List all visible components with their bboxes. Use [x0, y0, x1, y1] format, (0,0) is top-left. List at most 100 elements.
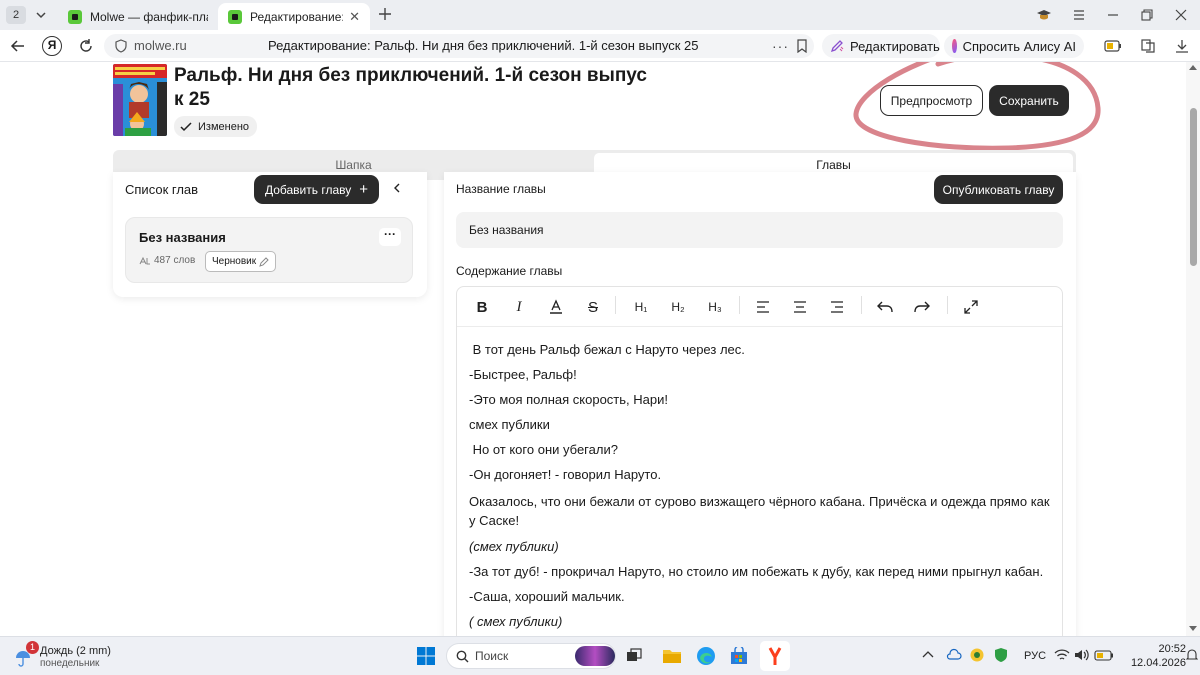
chapter-list-title: Список глав: [125, 182, 199, 197]
fanfic-title: Ральф. Ни дня без приключений. 1-й сезон…: [174, 64, 654, 112]
notification-badge: 1: [26, 641, 39, 654]
close-tab-icon[interactable]: ✕: [349, 9, 360, 25]
paragraph: -Он догоняет! - говорил Наруто.: [469, 467, 662, 482]
tab-molwe[interactable]: Molwe — фанфик-платфо: [58, 3, 218, 30]
strikethrough-icon[interactable]: S: [579, 289, 607, 325]
edge-browser-icon[interactable]: [696, 646, 716, 666]
windows-start-icon[interactable]: [417, 647, 435, 665]
taskbar-search[interactable]: Поиск: [446, 643, 616, 669]
clock-time[interactable]: 20:52: [1136, 643, 1186, 655]
reload-icon[interactable]: [78, 38, 94, 54]
tab-count-badge[interactable]: 2: [6, 6, 26, 24]
weather-day: понедельник: [40, 658, 100, 669]
chapter-card[interactable]: Без названия ··· 487 слов Черновик: [125, 217, 413, 283]
fanfic-cover-image: [113, 64, 167, 136]
tab-label: Molwe — фанфик-платфо: [90, 9, 208, 24]
edit-page-button[interactable]: Редактировать: [822, 34, 940, 58]
redo-icon[interactable]: [908, 289, 936, 325]
tray-overflow-icon[interactable]: [922, 650, 934, 658]
word-count: 487 слов: [139, 255, 195, 266]
undo-icon[interactable]: [871, 289, 899, 325]
clock-date[interactable]: 12.04.2026: [1118, 657, 1186, 669]
notifications-icon[interactable]: [1186, 648, 1198, 662]
chapter-menu-icon[interactable]: ···: [379, 228, 401, 246]
collections-icon[interactable]: [1140, 38, 1156, 54]
text-color-icon[interactable]: [542, 289, 570, 325]
alice-icon: [952, 39, 957, 53]
battery-saver-icon[interactable]: [1104, 40, 1122, 52]
weather-text: Дождь (2 mm): [40, 645, 111, 657]
tab-editing[interactable]: Редактирование: Ральф ✕: [218, 3, 370, 30]
yandex-logo-icon[interactable]: Я: [42, 36, 62, 56]
taskbar: 1 Дождь (2 mm) понедельник Поиск РУС 20:…: [0, 636, 1200, 675]
draft-badge[interactable]: Черновик: [205, 251, 277, 272]
search-icon: [456, 650, 469, 663]
graduation-cap-icon[interactable]: [1036, 7, 1052, 23]
weather-widget[interactable]: 1 Дождь (2 mm) понедельник: [14, 641, 124, 673]
paragraph: -Саша, хороший мальчик.: [469, 589, 625, 604]
publish-chapter-button[interactable]: Опубликовать главу: [934, 175, 1063, 204]
more-icon[interactable]: ···: [772, 38, 789, 54]
volume-icon[interactable]: [1074, 648, 1090, 662]
battery-icon[interactable]: [1094, 650, 1114, 661]
paragraph: смех публики: [469, 417, 550, 432]
heading-2-button[interactable]: H₂: [664, 289, 692, 325]
add-chapter-button[interactable]: Добавить главу +: [254, 175, 379, 204]
language-indicator[interactable]: РУС: [1024, 650, 1046, 662]
paragraph: -За тот дуб! - прокричал Наруто, но стои…: [469, 564, 1044, 579]
word-count-label: 487 слов: [154, 255, 196, 266]
editor-content[interactable]: В тот день Ральф бежал с Наруто через ле…: [469, 342, 1054, 636]
paragraph: В тот день Ральф бежал с Наруто через ле…: [469, 342, 745, 357]
shield-tray-icon[interactable]: [994, 647, 1008, 663]
paragraph: Но от кого они убегали?: [469, 442, 618, 457]
pencil-icon: [259, 256, 269, 267]
words-icon: [139, 256, 151, 266]
cloud-icon[interactable]: [946, 648, 962, 662]
scroll-up-icon[interactable]: [1189, 64, 1197, 70]
app-tray-icon[interactable]: [970, 648, 984, 662]
align-right-icon[interactable]: [823, 289, 851, 325]
url-text: molwe.ru: [134, 38, 187, 53]
yandex-browser-taskbar-icon[interactable]: [760, 641, 790, 671]
new-tab-icon[interactable]: [377, 6, 393, 22]
chapter-name-label: Название главы: [456, 182, 546, 196]
chapter-card-title: Без названия: [139, 230, 226, 245]
plus-icon: +: [359, 181, 369, 198]
heading-1-button[interactable]: H₁: [627, 289, 655, 325]
paragraph-italic: (смех публики): [469, 539, 559, 554]
collapse-sidebar-icon[interactable]: [392, 182, 402, 194]
italic-icon[interactable]: I: [505, 289, 533, 325]
menu-icon[interactable]: [1072, 8, 1086, 22]
add-chapter-label: Добавить главу: [264, 182, 352, 197]
bookmark-icon[interactable]: [796, 39, 808, 53]
scrollbar-thumb[interactable]: [1190, 108, 1197, 266]
molwe-favicon-icon: [228, 9, 242, 24]
bold-icon[interactable]: B: [468, 289, 496, 325]
edit-pen-icon: [830, 39, 844, 53]
url-field[interactable]: molwe.ru Редактирование: Ральф. Ни дня б…: [104, 34, 814, 58]
ask-alice-label: Спросить Алису AI: [962, 38, 1076, 54]
align-left-icon[interactable]: [749, 289, 777, 325]
chapter-name-input[interactable]: Без названия: [456, 212, 1063, 248]
store-icon[interactable]: [730, 647, 748, 665]
tab-label: Редактирование: Ральф: [250, 9, 344, 24]
heading-3-button[interactable]: H₃: [701, 289, 729, 325]
file-explorer-icon[interactable]: [662, 648, 682, 664]
scroll-down-icon[interactable]: [1189, 626, 1197, 632]
rich-text-editor[interactable]: B I S H₁ H₂ H₃ В тот день Ральф бежал с …: [456, 286, 1063, 636]
wifi-icon[interactable]: [1054, 648, 1070, 662]
back-icon[interactable]: [10, 38, 26, 54]
close-window-icon[interactable]: [1174, 8, 1188, 22]
tabs-dropdown-icon[interactable]: [34, 8, 48, 22]
ask-alice-button[interactable]: Спросить Алису AI: [944, 34, 1084, 58]
download-icon[interactable]: [1174, 38, 1190, 54]
align-center-icon[interactable]: [786, 289, 814, 325]
chapter-list-panel: Список глав Добавить главу + Без названи…: [113, 172, 427, 297]
fullscreen-icon[interactable]: [957, 289, 985, 325]
check-icon: [180, 121, 192, 132]
minimize-icon[interactable]: [1106, 8, 1120, 22]
paragraph-italic: ( смех публики): [469, 614, 563, 629]
task-view-icon[interactable]: [626, 648, 642, 664]
restore-icon[interactable]: [1140, 8, 1154, 22]
paragraph: -Быстрее, Ральф!: [469, 367, 577, 382]
